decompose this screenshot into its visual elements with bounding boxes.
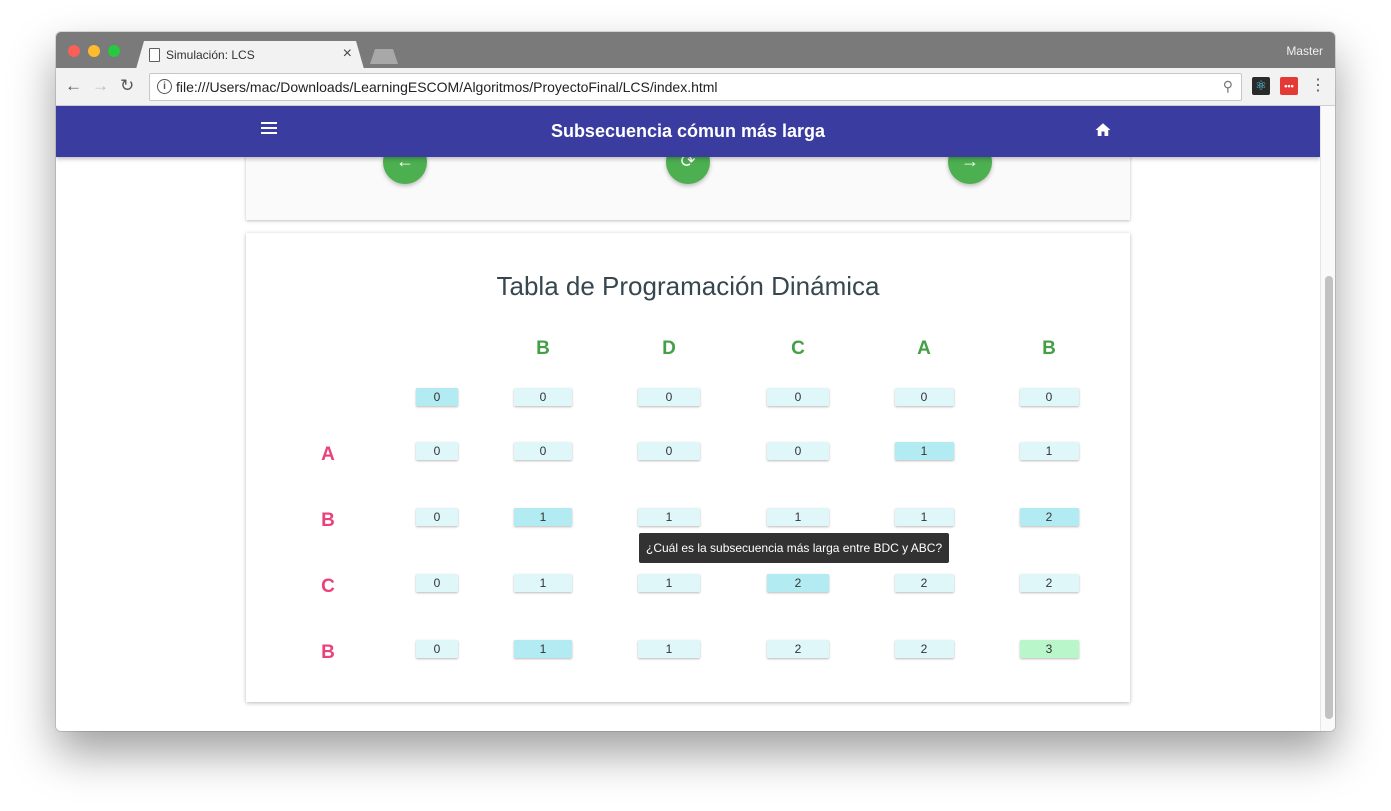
column-header: B xyxy=(536,338,550,359)
dp-cell[interactable]: 0 xyxy=(416,442,458,460)
app-title: Subsecuencia cómun más larga xyxy=(550,121,826,141)
tab-title: Simulación: LCS xyxy=(166,48,255,62)
dp-table-title: Tabla de Programación Dinámica xyxy=(496,271,880,301)
page-icon xyxy=(149,48,160,62)
dp-cell[interactable]: 1 xyxy=(638,508,700,526)
dp-cell[interactable]: 0 xyxy=(894,388,954,406)
dp-cell[interactable]: 1 xyxy=(638,640,700,658)
cell-tooltip: ¿Cuál es la subsecuencia más larga entre… xyxy=(639,533,950,563)
close-window-button[interactable] xyxy=(68,45,80,57)
back-arrow-icon[interactable]: ← xyxy=(65,76,82,96)
dp-cell[interactable]: 0 xyxy=(416,574,458,592)
dp-cell[interactable]: 2 xyxy=(1019,574,1079,592)
dp-cell[interactable]: 1 xyxy=(514,574,572,592)
dp-cell[interactable]: 2 xyxy=(767,640,829,658)
vertical-scrollbar[interactable] xyxy=(1320,106,1335,731)
reload-icon[interactable]: ↻ xyxy=(120,76,134,96)
browser-toolbar: ← → ↻ i file:///Users/mac/Downloads/Lear… xyxy=(56,68,1335,106)
row-header: C xyxy=(321,576,335,597)
dp-cell[interactable]: 1 xyxy=(894,442,954,460)
column-header: D xyxy=(662,338,676,359)
browser-menu-icon[interactable]: ⋮ xyxy=(1310,76,1326,96)
dp-cell[interactable]: 1 xyxy=(514,640,572,658)
dp-cell[interactable]: 2 xyxy=(1019,508,1079,526)
react-devtools-icon[interactable]: ⚛ xyxy=(1252,77,1270,95)
zoom-icon[interactable]: ⚲ xyxy=(1223,78,1233,95)
dp-cell[interactable]: 1 xyxy=(894,508,954,526)
column-header: B xyxy=(1042,338,1056,359)
dp-cell[interactable]: 1 xyxy=(638,574,700,592)
dp-cell[interactable]: 0 xyxy=(638,442,700,460)
row-header: B xyxy=(321,510,335,531)
dp-cell[interactable]: 2 xyxy=(894,640,954,658)
dp-cell[interactable]: 0 xyxy=(767,442,829,460)
dp-cell[interactable]: 3 xyxy=(1019,640,1079,658)
dp-cell[interactable]: 2 xyxy=(767,574,829,592)
dp-cell[interactable]: 1 xyxy=(767,508,829,526)
forward-arrow-icon[interactable]: → xyxy=(92,76,109,96)
dp-cell[interactable]: 0 xyxy=(514,442,572,460)
dp-cell[interactable]: 0 xyxy=(416,508,458,526)
lastpass-icon[interactable]: ••• xyxy=(1280,77,1298,95)
new-tab-button[interactable] xyxy=(370,49,398,64)
dp-cell[interactable]: 0 xyxy=(767,388,829,406)
browser-window: Simulación: LCS × Master ← → ↻ i file://… xyxy=(56,32,1335,731)
url-text[interactable]: file:///Users/mac/Downloads/LearningESCO… xyxy=(176,79,718,95)
address-bar[interactable]: i file:///Users/mac/Downloads/LearningES… xyxy=(149,73,1242,101)
dp-cell[interactable]: 1 xyxy=(1019,442,1079,460)
title-bar: Simulación: LCS × Master xyxy=(56,32,1335,69)
dp-cell[interactable]: 0 xyxy=(416,640,458,658)
fullscreen-window-button[interactable] xyxy=(108,45,120,57)
info-icon[interactable]: i xyxy=(157,79,172,94)
scrollbar-thumb[interactable] xyxy=(1325,276,1333,719)
minimize-window-button[interactable] xyxy=(88,45,100,57)
column-header: A xyxy=(917,338,931,359)
row-header: B xyxy=(321,642,335,663)
tab-close-icon[interactable]: × xyxy=(343,45,352,63)
app-bar: Subsecuencia cómun más larga xyxy=(56,106,1320,157)
page-viewport: Subsecuencia cómun más larga ← ⟳ → Tabla… xyxy=(56,106,1320,731)
profile-name[interactable]: Master xyxy=(1286,44,1323,58)
column-header: C xyxy=(791,338,805,359)
home-icon[interactable] xyxy=(1094,121,1112,139)
dp-table-card: Tabla de Programación Dinámica 0 0 0 0 0 0 0 0 0… xyxy=(246,233,1130,702)
dp-cell[interactable]: 0 xyxy=(1019,388,1079,406)
dp-cell[interactable]: 0 xyxy=(514,388,572,406)
dp-cell[interactable]: 2 xyxy=(894,574,954,592)
dp-cell[interactable]: 0 xyxy=(416,388,458,406)
dp-cell[interactable]: 1 xyxy=(514,508,572,526)
browser-tab[interactable]: Simulación: LCS × xyxy=(136,41,364,69)
row-header: A xyxy=(321,444,335,465)
dp-cell[interactable]: 0 xyxy=(638,388,700,406)
